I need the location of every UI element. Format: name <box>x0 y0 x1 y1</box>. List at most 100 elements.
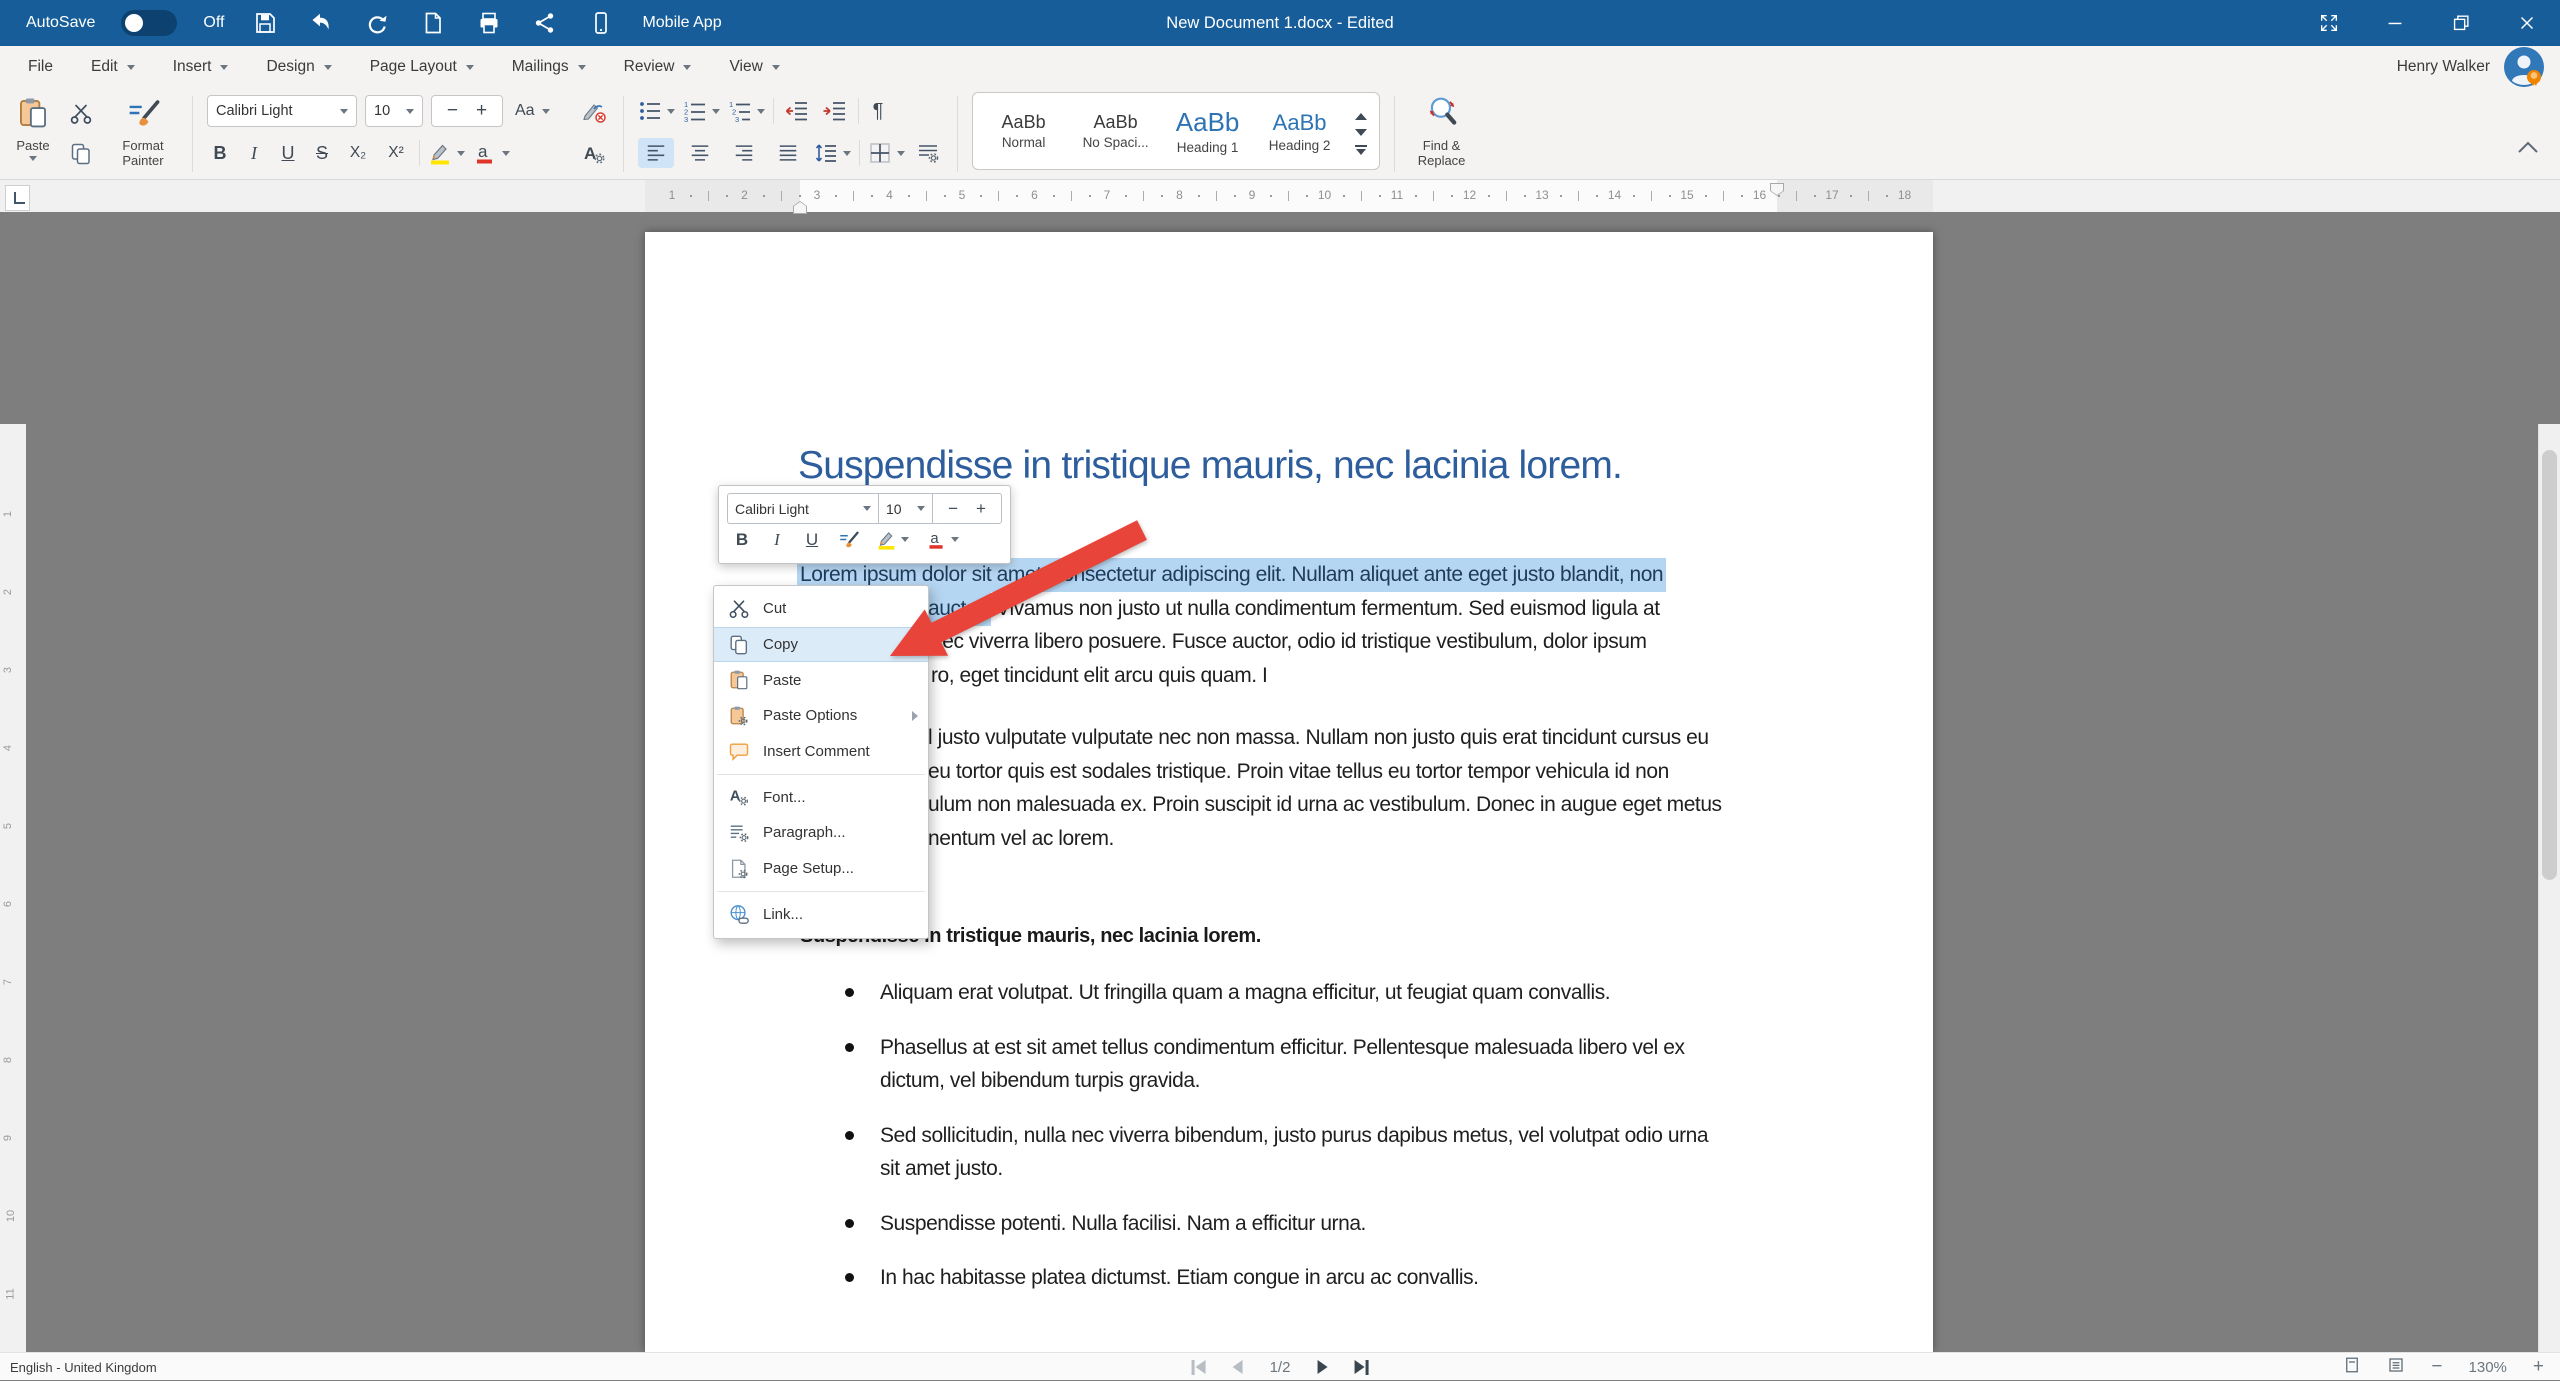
text-line: l justo vulputate vulputate nec non mass… <box>800 721 1800 755</box>
show-formatting-button[interactable]: ¶ <box>867 100 890 123</box>
strikethrough-button[interactable]: S <box>309 143 335 164</box>
change-case-button[interactable]: Aa <box>511 102 554 120</box>
previous-page-button[interactable] <box>1233 1360 1243 1374</box>
zoom-out-button[interactable]: − <box>2431 1353 2442 1381</box>
styles-scroll-up[interactable] <box>1355 113 1367 120</box>
menu-design[interactable]: Design <box>266 58 331 76</box>
menu-file[interactable]: File <box>28 58 53 76</box>
numbered-list-button[interactable]: 123 <box>683 99 720 123</box>
decrease-indent-button[interactable] <box>782 97 812 125</box>
bullet-list-button[interactable] <box>638 99 675 123</box>
ruler-tick <box>1361 191 1362 201</box>
print-layout-view-button[interactable] <box>2343 1356 2361 1379</box>
mini-bold-button[interactable]: B <box>733 530 751 550</box>
menu-mailings[interactable]: Mailings <box>512 58 586 76</box>
close-button[interactable] <box>2494 0 2560 46</box>
text-line: Phasellus at est sit amet tellus condime… <box>880 1031 1830 1065</box>
menu-view[interactable]: View <box>729 58 779 76</box>
mini-underline-button[interactable]: U <box>803 530 821 550</box>
autosave-toggle[interactable] <box>121 10 177 36</box>
menu-edit[interactable]: Edit <box>91 58 135 76</box>
list-settings-button[interactable] <box>913 139 943 167</box>
bold-button[interactable]: B <box>207 143 233 164</box>
mini-font-name-select[interactable]: Calibri Light <box>728 494 879 523</box>
styles-more-button[interactable] <box>1355 145 1367 155</box>
new-document-button[interactable] <box>418 8 448 38</box>
fullscreen-button[interactable] <box>2296 0 2362 46</box>
menu-review[interactable]: Review <box>624 58 692 76</box>
horizontal-ruler[interactable]: 123456789101112131415161718 <box>645 180 1933 212</box>
share-button[interactable] <box>530 8 560 38</box>
left-indent-marker[interactable] <box>793 201 807 214</box>
justify-button[interactable] <box>770 138 806 168</box>
copy-button[interactable] <box>66 140 96 168</box>
next-page-button[interactable] <box>1317 1360 1327 1374</box>
grow-font-button[interactable]: + <box>476 100 487 122</box>
subscript-button[interactable]: X₂ <box>343 144 373 162</box>
format-painter-button[interactable]: Format Painter <box>108 94 178 170</box>
context-menu-item-paste-options[interactable]: Paste Options <box>714 698 928 734</box>
zoom-in-button[interactable]: + <box>2533 1353 2544 1381</box>
context-menu-item-paragraph[interactable]: Paragraph... <box>714 815 928 851</box>
styles-scroll-down[interactable] <box>1355 129 1367 136</box>
menu-insert[interactable]: Insert <box>173 58 229 76</box>
shrink-font-button[interactable]: − <box>447 100 458 122</box>
mini-shrink-font-button[interactable]: − <box>948 499 958 519</box>
cut-button[interactable] <box>66 100 96 128</box>
context-menu-item-font[interactable]: AFont... <box>714 779 928 815</box>
user-account[interactable]: Henry Walker <box>2397 46 2544 88</box>
line-spacing-button[interactable] <box>814 141 851 165</box>
zoom-level[interactable]: 130% <box>2469 1359 2507 1376</box>
mini-grow-font-button[interactable]: + <box>976 499 986 519</box>
restore-button[interactable] <box>2428 0 2494 46</box>
context-menu-item-page-setup[interactable]: Page Setup... <box>714 851 928 887</box>
chevron-down-icon <box>542 109 550 114</box>
menu-page-layout[interactable]: Page Layout <box>370 58 474 76</box>
minimize-button[interactable] <box>2362 0 2428 46</box>
text-settings-button[interactable]: A <box>579 140 609 168</box>
underline-button[interactable]: U <box>275 143 301 164</box>
ruler-tick <box>835 195 837 197</box>
context-menu-item-insert-comment[interactable]: Insert Comment <box>714 734 928 770</box>
clear-formatting-button[interactable] <box>579 98 609 126</box>
title-bar: AutoSave Off Mobile App New Document 1.d… <box>0 0 2560 46</box>
mobile-app-label[interactable]: Mobile App <box>642 14 721 32</box>
undo-button[interactable] <box>306 8 336 38</box>
italic-button[interactable]: I <box>241 143 267 164</box>
print-button[interactable] <box>474 8 504 38</box>
vertical-scrollbar[interactable] <box>2538 424 2560 1352</box>
align-right-button[interactable] <box>726 138 762 168</box>
save-button[interactable] <box>250 8 280 38</box>
first-page-button[interactable] <box>1192 1360 1206 1375</box>
font-size-select[interactable]: 10 <box>365 95 423 127</box>
align-left-button[interactable] <box>638 138 674 168</box>
highlight-color-button[interactable] <box>428 141 465 165</box>
scrollbar-thumb[interactable] <box>2542 450 2557 880</box>
style-no-spacing[interactable]: AaBbNo Spaci... <box>1073 112 1159 150</box>
collapse-ribbon-button[interactable] <box>2516 140 2540 161</box>
paste-button[interactable]: Paste <box>12 94 54 163</box>
style-heading-2[interactable]: AaBbHeading 2 <box>1257 110 1343 153</box>
find-replace-button[interactable]: Find & Replace <box>1409 92 1475 176</box>
context-menu-item-link[interactable]: Link... <box>714 897 928 933</box>
style-normal[interactable]: AaBbNormal <box>981 112 1067 150</box>
style-heading-1[interactable]: AaBbHeading 1 <box>1165 107 1251 155</box>
redo-button[interactable] <box>362 8 392 38</box>
superscript-button[interactable]: X² <box>381 144 411 162</box>
web-layout-view-button[interactable] <box>2387 1356 2405 1379</box>
last-page-button[interactable] <box>1354 1360 1368 1375</box>
font-name-select[interactable]: Calibri Light <box>207 95 357 127</box>
align-center-button[interactable] <box>682 138 718 168</box>
menu-item-label: Paragraph... <box>763 824 918 841</box>
multilevel-list-button[interactable]: 123 <box>728 99 765 123</box>
language-indicator[interactable]: English - United Kingdom <box>10 1353 157 1381</box>
mini-format-painter-button[interactable] <box>838 529 859 550</box>
styles-gallery: AaBbNormal AaBbNo Spaci... AaBbHeading 1… <box>972 92 1380 170</box>
font-color-button[interactable]: a <box>473 141 510 165</box>
borders-button[interactable] <box>868 141 905 165</box>
vertical-ruler[interactable]: 12345678910111213 <box>0 424 26 1352</box>
increase-indent-button[interactable] <box>820 97 850 125</box>
tab-selector[interactable] <box>5 185 30 211</box>
mini-italic-button[interactable]: I <box>768 530 786 550</box>
first-line-indent-marker[interactable] <box>1770 183 1784 196</box>
